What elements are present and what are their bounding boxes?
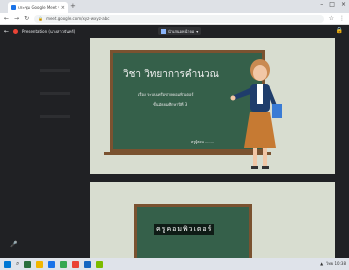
side-placeholder — [40, 115, 70, 118]
back-icon[interactable]: ← — [4, 15, 9, 22]
slide-grade: ชั้นมัธยมศึกษาปีที่ 3 — [153, 102, 188, 107]
browser-tab-bar: ประชุม Google Meet ร่วม... × + – □ × — [0, 0, 349, 13]
slide-1: วิชา วิทยาการคำนวณ เรื่อง ระบบเครือข่ายค… — [90, 38, 335, 174]
presentation-chip[interactable]: นำเสนอหน้าจอ ▾ — [158, 27, 202, 35]
address-bar: ← → ↻ 🔒 meet.google.com/xyz-wxyz-abc ☆ ⋮ — [0, 13, 349, 25]
excel-icon[interactable] — [24, 260, 32, 268]
url-field[interactable]: 🔒 meet.google.com/xyz-wxyz-abc — [34, 14, 324, 23]
browser-menu-icon[interactable]: ⋮ — [339, 15, 345, 22]
url-text: meet.google.com/xyz-wxyz-abc — [46, 16, 110, 21]
meet-favicon-icon — [11, 5, 16, 10]
app-icon[interactable] — [96, 260, 104, 268]
minimize-button[interactable]: – — [320, 1, 323, 8]
side-placeholder — [40, 92, 70, 95]
edge-icon[interactable] — [48, 260, 56, 268]
network-icon[interactable]: ▲ — [320, 261, 323, 266]
new-tab-button[interactable]: + — [70, 2, 76, 11]
teacher-illustration — [230, 59, 282, 169]
slide-2: ครูคอมพิวเตอร์ — [90, 182, 335, 258]
meet-taskbar-icon[interactable] — [60, 260, 68, 268]
maximize-button[interactable]: □ — [329, 1, 335, 8]
lock-icon: 🔒 — [38, 16, 44, 21]
slide-title: วิชา วิทยาการคำนวณ — [123, 69, 219, 80]
chrome-icon[interactable] — [72, 260, 80, 268]
system-tray: ▲ ไทย 10:38 — [320, 260, 346, 267]
mic-icon[interactable]: 🎤 — [10, 241, 17, 248]
present-screen-icon — [161, 28, 166, 34]
taskbar: ⌕ ▲ ไทย 10:38 — [0, 258, 349, 270]
presenter-name: Presentation (นางสาวจันทร์) — [22, 28, 76, 34]
left-side-panel — [40, 69, 70, 138]
slide-divider — [90, 174, 335, 182]
close-window-button[interactable]: × — [341, 1, 346, 8]
presentation-stage: วิชา วิทยาการคำนวณ เรื่อง ระบบเครือข่ายค… — [90, 38, 335, 258]
search-icon[interactable]: ⌕ — [16, 260, 19, 268]
tray-text[interactable]: ไทย 10:38 — [326, 260, 346, 267]
slide-subtitle: เรื่อง ระบบเครือข่ายคอมพิวเตอร์ — [138, 92, 194, 97]
start-icon[interactable] — [4, 260, 11, 268]
file-explorer-icon[interactable] — [36, 260, 44, 268]
meeting-lock-icon[interactable]: 🔒 — [336, 27, 343, 34]
side-placeholder — [40, 69, 70, 72]
reload-icon[interactable]: ↻ — [24, 15, 29, 22]
bookmark-star-icon[interactable]: ☆ — [329, 15, 334, 22]
window-controls: – □ × — [320, 1, 346, 8]
meet-app: ← Presentation (นางสาวจันทร์) นำเสนอหน้า… — [0, 25, 349, 258]
meet-back-icon[interactable]: ← — [4, 28, 9, 35]
browser-tab[interactable]: ประชุม Google Meet ร่วม... × — [8, 2, 68, 13]
tab-close-icon[interactable]: × — [61, 5, 65, 11]
word-icon[interactable] — [84, 260, 92, 268]
slide-author: ครูผู้สอน ........ — [191, 140, 214, 144]
tab-title: ประชุม Google Meet ร่วม... — [18, 5, 59, 10]
chevron-down-icon: ▾ — [196, 28, 199, 34]
presentation-chip-label: นำเสนอหน้าจอ — [168, 28, 195, 34]
caption-text: ครูคอมพิวเตอร์ — [154, 224, 215, 235]
recording-indicator-icon — [13, 28, 19, 34]
forward-icon[interactable]: → — [14, 15, 19, 22]
